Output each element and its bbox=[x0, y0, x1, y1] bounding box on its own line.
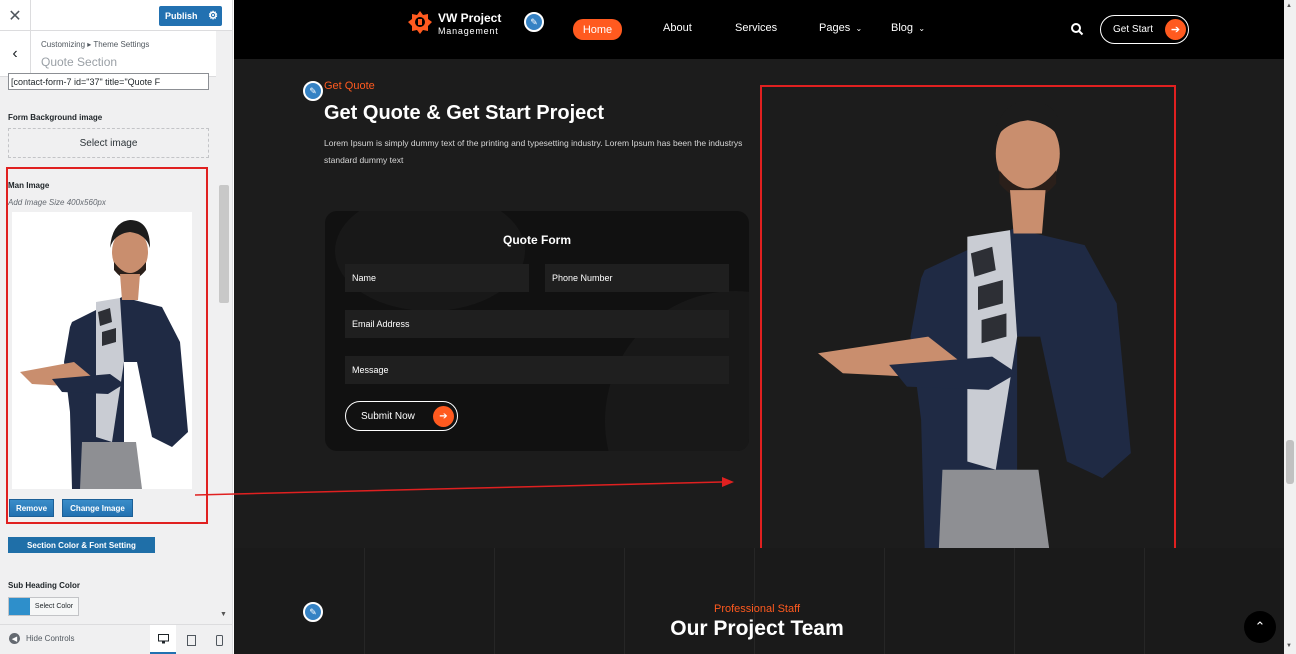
nav-home[interactable]: Home bbox=[573, 19, 622, 40]
email-field[interactable]: Email Address bbox=[345, 310, 729, 338]
nav-pages-label: Pages bbox=[819, 22, 851, 34]
team-heading: Our Project Team bbox=[670, 617, 844, 640]
site-logo[interactable]: VW Project Management bbox=[408, 9, 501, 39]
select-color-label: Select Color bbox=[30, 598, 78, 615]
back-arrow-icon[interactable]: ‹ bbox=[0, 31, 31, 77]
gear-icon[interactable]: ⚙ bbox=[208, 9, 218, 22]
form-bg-label: Form Background image bbox=[8, 113, 103, 122]
quote-form: Quote Form Name Phone Number Email Addre… bbox=[325, 211, 749, 451]
hide-controls-label: Hide Controls bbox=[26, 634, 75, 643]
submit-label: Submit Now bbox=[361, 410, 415, 422]
collapse-icon: ◀ bbox=[9, 633, 20, 644]
chevron-down-icon: ⌄ bbox=[916, 24, 926, 33]
remove-button[interactable]: Remove bbox=[9, 499, 54, 517]
message-field[interactable]: Message bbox=[345, 356, 729, 384]
nav-services[interactable]: Services bbox=[735, 22, 777, 34]
scroll-to-top-icon[interactable]: ⌃ bbox=[1244, 611, 1276, 643]
breadcrumb: Customizing ▸ Theme Settings bbox=[41, 40, 150, 49]
tablet-preview-icon[interactable] bbox=[178, 625, 204, 654]
edit-pencil-icon[interactable]: ✎ bbox=[524, 12, 544, 32]
section-header: ‹ Customizing ▸ Theme Settings Quote Sec… bbox=[0, 31, 216, 77]
quote-paragraph: Lorem Ipsum is simply dummy text of the … bbox=[324, 138, 743, 165]
nav-blog[interactable]: Blog ⌄ bbox=[891, 22, 925, 34]
arrow-right-icon: ➔ bbox=[433, 406, 454, 427]
customizer-footer: ◀ Hide Controls bbox=[0, 624, 232, 654]
submit-button[interactable]: Submit Now ➔ bbox=[345, 401, 458, 431]
sub-heading-color-picker[interactable]: Select Color bbox=[8, 597, 79, 616]
mobile-preview-icon[interactable] bbox=[206, 625, 232, 654]
scroll-down-icon[interactable]: ▼ bbox=[220, 611, 227, 618]
form-decoration bbox=[335, 211, 525, 311]
get-start-label: Get Start bbox=[1113, 24, 1154, 35]
form-title: Quote Form bbox=[503, 233, 571, 247]
logo-icon bbox=[408, 11, 432, 34]
nav-about[interactable]: About bbox=[663, 22, 692, 34]
publish-button[interactable]: Publish ⚙ bbox=[159, 6, 222, 26]
preview-scrollbar[interactable]: ▲ ▼ bbox=[1284, 0, 1296, 654]
publish-label: Publish bbox=[165, 11, 198, 21]
name-field[interactable]: Name bbox=[345, 264, 529, 292]
site-preview: VW Project Management ✎ Home About Servi… bbox=[234, 0, 1296, 654]
chevron-down-icon: ⌄ bbox=[853, 24, 863, 33]
logo-title: VW Project bbox=[438, 10, 502, 25]
nav-pages[interactable]: Pages ⌄ bbox=[819, 22, 862, 34]
scroll-up-icon[interactable]: ▲ bbox=[1286, 3, 1292, 9]
nav-blog-label: Blog bbox=[891, 22, 914, 34]
customizer-sidebar: ✕ Publish ⚙ ‹ Customizing ▸ Theme Settin… bbox=[0, 0, 233, 654]
scrollbar-thumb[interactable] bbox=[1286, 440, 1294, 484]
arrow-right-icon: ➔ bbox=[1165, 19, 1186, 40]
man-image-highlight bbox=[6, 167, 208, 524]
phone-field[interactable]: Phone Number bbox=[545, 264, 729, 292]
hide-controls-button[interactable]: ◀ Hide Controls bbox=[9, 633, 74, 644]
search-icon[interactable] bbox=[1070, 22, 1084, 36]
get-start-button[interactable]: Get Start ➔ bbox=[1100, 15, 1189, 44]
logo-subtitle: Management bbox=[438, 25, 499, 36]
shortcode-input[interactable]: [contact-form-7 id="37" title="Quote F bbox=[8, 73, 209, 90]
section-title: Quote Section bbox=[41, 55, 118, 69]
sidebar-scrollbar[interactable] bbox=[219, 185, 229, 303]
sub-heading-color-label: Sub Heading Color bbox=[8, 581, 80, 590]
quote-sub-heading: Get Quote bbox=[324, 80, 375, 92]
edit-pencil-icon[interactable]: ✎ bbox=[303, 81, 323, 101]
change-image-button[interactable]: Change Image bbox=[62, 499, 133, 517]
team-sub-heading: Professional Staff bbox=[713, 603, 800, 615]
color-swatch bbox=[9, 598, 30, 615]
scroll-down-icon[interactable]: ▼ bbox=[1286, 643, 1292, 649]
close-icon[interactable]: ✕ bbox=[0, 0, 31, 31]
quote-heading: Get Quote & Get Start Project bbox=[324, 102, 605, 124]
customizer-header: ✕ Publish ⚙ bbox=[0, 0, 232, 31]
section-color-font-button[interactable]: Section Color & Font Setting bbox=[8, 537, 155, 553]
select-image-button[interactable]: Select image bbox=[8, 128, 209, 158]
site-header: VW Project Management ✎ Home About Servi… bbox=[234, 0, 1284, 59]
desktop-preview-icon[interactable] bbox=[150, 625, 176, 654]
man-image-highlight bbox=[760, 85, 1176, 559]
